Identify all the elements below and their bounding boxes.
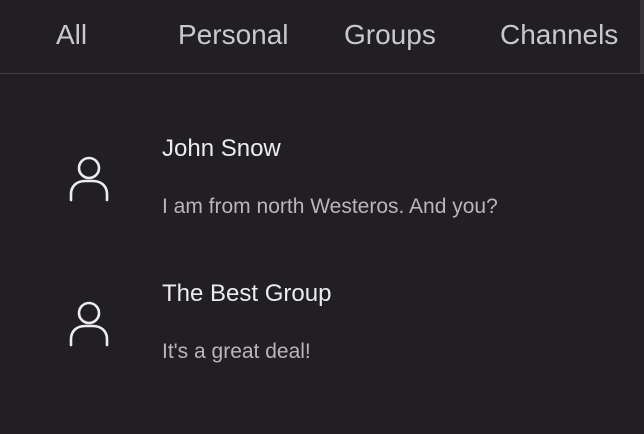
tabs-scrollbar[interactable] [640, 0, 644, 73]
tab-channels[interactable]: Channels [500, 15, 618, 55]
user-icon [68, 156, 110, 202]
tab-all[interactable]: All [56, 15, 87, 55]
chat-name: The Best Group [162, 280, 332, 307]
user-icon [68, 301, 110, 347]
chat-app: All Personal Groups Channels John Snow I… [0, 0, 644, 434]
chat-name: John Snow [162, 135, 281, 162]
chat-filter-tabs: All Personal Groups Channels [0, 0, 644, 74]
tab-groups[interactable]: Groups [344, 15, 436, 55]
chat-last-message: It's a great deal! [162, 340, 311, 363]
chat-list-item[interactable]: The Best Group It's a great deal! [0, 255, 644, 395]
tab-personal[interactable]: Personal [178, 15, 289, 55]
chat-last-message: I am from north Westeros. And you? [162, 195, 498, 218]
chat-list-item[interactable]: John Snow I am from north Westeros. And … [0, 110, 644, 250]
